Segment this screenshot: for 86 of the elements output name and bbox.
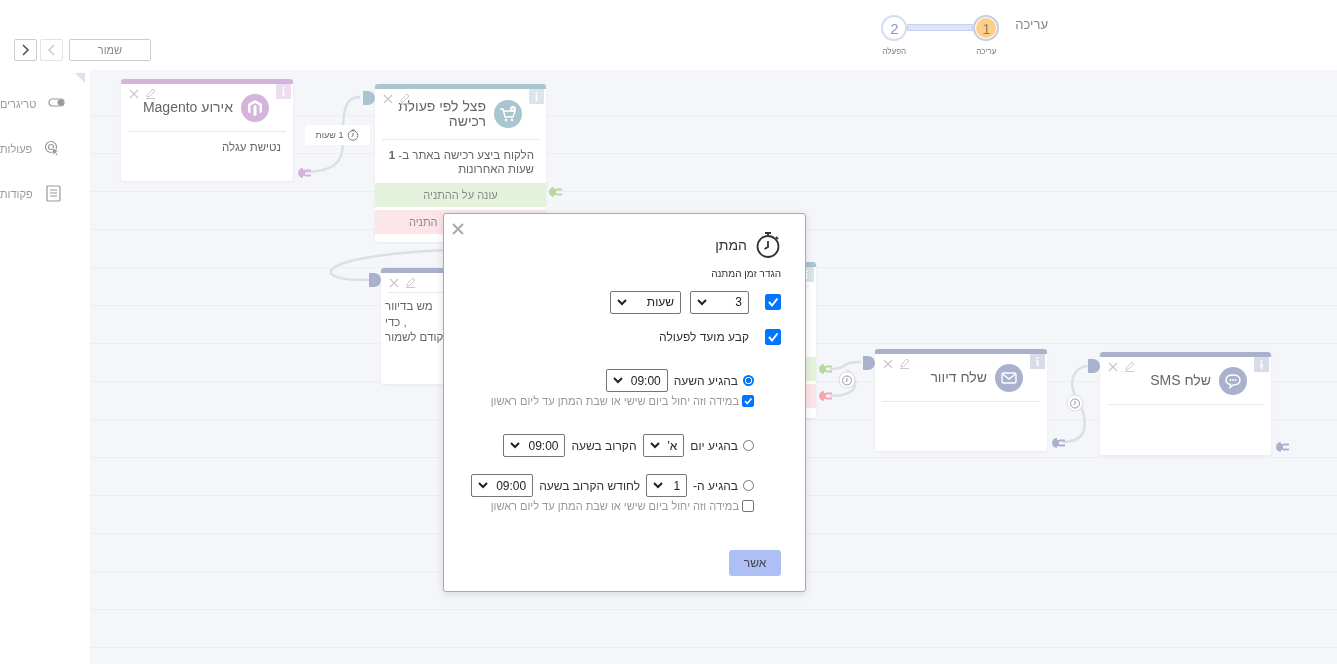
delay-badge[interactable]: 1 שעות <box>305 125 370 145</box>
checkbox[interactable] <box>765 294 781 310</box>
close-icon[interactable] <box>452 223 464 235</box>
node-title: אירוע Magento <box>142 100 233 116</box>
close-icon[interactable] <box>129 88 139 99</box>
plug-icon[interactable] <box>817 390 833 402</box>
timer-icon[interactable] <box>838 371 856 389</box>
plug-icon[interactable] <box>1274 441 1290 453</box>
option-label: בהגיע ה- <box>693 478 738 493</box>
magento-logo-icon <box>241 94 269 122</box>
checkbox[interactable] <box>742 395 754 407</box>
input-port-icon[interactable] <box>369 273 381 287</box>
dropdown[interactable]: 09:00 <box>503 434 566 457</box>
chevron-down-icon <box>617 298 627 306</box>
close-icon[interactable] <box>383 93 393 104</box>
clipboard-list-icon <box>44 185 62 202</box>
input-port-icon[interactable] <box>1088 359 1100 373</box>
plug-icon[interactable] <box>547 186 563 198</box>
node-card[interactable]: אירוע Magento נטישת עגלה <box>121 79 293 181</box>
chevron-icon <box>19 43 32 57</box>
stopwatch-icon <box>755 231 781 259</box>
step-label: עריכה <box>976 47 997 56</box>
speech-bubble-icon <box>1219 367 1247 395</box>
connector-line <box>828 360 863 398</box>
option-label: בהגיע השעה <box>673 373 738 388</box>
chevron-down-icon <box>478 482 489 489</box>
checkbox[interactable] <box>765 329 781 345</box>
step-label: הפעלה <box>882 47 907 56</box>
radio-button[interactable] <box>743 375 754 386</box>
plug-icon[interactable] <box>1050 437 1066 449</box>
timer-icon <box>347 129 360 141</box>
node-description: כדי , <box>385 314 408 330</box>
info-icon[interactable] <box>1254 357 1269 372</box>
option-label: בהגיע יום <box>690 438 738 453</box>
dropdown[interactable]: 09:00 <box>471 474 534 497</box>
info-icon[interactable] <box>529 89 544 104</box>
dropdown[interactable]: 09:00 <box>605 369 668 392</box>
chevron-down-icon <box>612 377 623 384</box>
option-label: לחודש הקרוב בשעה <box>539 478 641 493</box>
node-description: מש בדיוור <box>385 299 434 314</box>
corner-fold-mark <box>75 73 85 83</box>
chevron-down-icon <box>649 442 660 449</box>
page-title: עריכה <box>1015 17 1048 32</box>
chevron-icon <box>45 43 58 57</box>
checkmark-icon <box>767 331 779 343</box>
plug-icon[interactable] <box>296 167 312 179</box>
confirm-button[interactable]: אשר <box>729 550 781 576</box>
node-title: שלח דיוור <box>930 370 987 386</box>
checkmark-icon <box>767 296 779 308</box>
close-icon[interactable] <box>1108 361 1118 372</box>
option-label: הקרוב בשעה <box>571 438 637 453</box>
checkmark-icon <box>743 396 753 406</box>
dropdown[interactable]: 1 <box>646 474 688 497</box>
close-icon[interactable] <box>389 277 399 288</box>
input-port-icon[interactable] <box>363 91 375 105</box>
node-card[interactable]: שלח SMS <box>1100 352 1271 455</box>
info-icon[interactable] <box>276 84 291 99</box>
checkbox-label: במידה וזה יחול ביום שישי או שבת המתן עד ליום ראשון <box>490 500 739 512</box>
node-title: שלח SMS <box>1150 373 1211 389</box>
checkbox-label: קבע מועד לפעולה <box>659 330 749 344</box>
checkbox[interactable] <box>742 500 754 512</box>
chevron-down-icon <box>653 482 664 489</box>
chevron-down-icon <box>697 298 707 306</box>
dropdown[interactable]: 3 <box>690 290 749 314</box>
branch-row[interactable]: עונה על ההתניה <box>375 182 546 207</box>
node-description: נטישת עגלה <box>221 140 281 155</box>
dropdown[interactable]: שעות <box>610 290 681 314</box>
cart-icon <box>494 100 522 129</box>
next-button[interactable] <box>14 39 37 61</box>
node-description: קודם לשמור <box>385 330 445 346</box>
node-card[interactable]: שלח דיוור <box>875 349 1047 451</box>
envelope-icon <box>995 364 1023 392</box>
close-icon[interactable] <box>883 358 893 369</box>
step-connector <box>907 24 974 31</box>
input-port-icon[interactable] <box>863 356 875 370</box>
chevron-down-icon <box>510 442 521 449</box>
plug-icon[interactable] <box>817 363 833 375</box>
info-icon[interactable] <box>1030 354 1045 369</box>
checkbox-label: במידה וזה יחול ביום שישי או שבת המתן עד ליום ראשון <box>490 395 739 407</box>
save-button[interactable]: שמור <box>69 39 151 61</box>
delay-label: 1 שעות <box>315 130 344 140</box>
dropdown[interactable]: א' <box>642 434 685 457</box>
pointer-click-icon <box>44 140 62 157</box>
timer-icon[interactable] <box>1066 394 1084 412</box>
section-label: הגדר זמן המתנה <box>710 268 781 279</box>
dialog-title: המתן <box>715 237 747 253</box>
